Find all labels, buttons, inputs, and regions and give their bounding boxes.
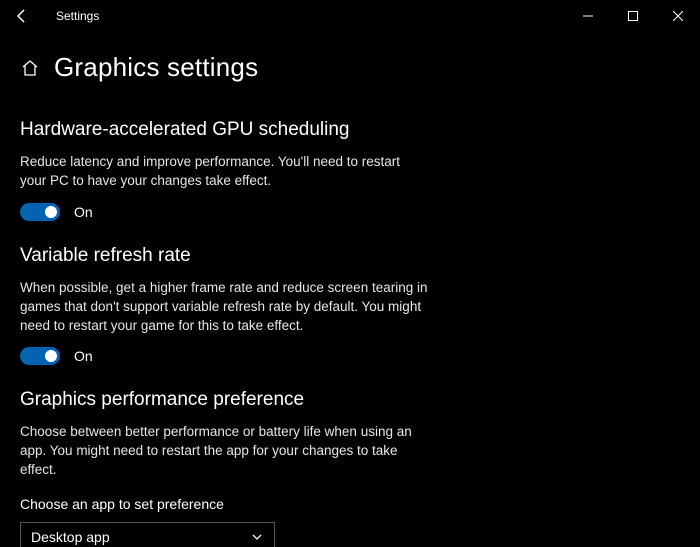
close-button[interactable] (655, 0, 700, 32)
section-gpu-scheduling: Hardware-accelerated GPU scheduling Redu… (20, 119, 430, 221)
section-description: Choose between better performance or bat… (20, 423, 430, 480)
toggle-knob (45, 206, 57, 218)
toggle-row: On (20, 203, 430, 221)
page-title: Graphics settings (54, 52, 258, 83)
section-performance-preference: Graphics performance preference Choose b… (20, 389, 430, 547)
home-icon (21, 59, 39, 77)
app-type-select[interactable]: Desktop app (20, 522, 275, 547)
maximize-button[interactable] (610, 0, 655, 32)
maximize-icon (628, 11, 638, 21)
section-title: Variable refresh rate (20, 245, 430, 267)
toggle-label: On (74, 348, 93, 364)
toggle-label: On (74, 204, 93, 220)
minimize-button[interactable] (565, 0, 610, 32)
section-description: When possible, get a higher frame rate a… (20, 279, 430, 336)
home-button[interactable] (20, 58, 40, 78)
select-value: Desktop app (31, 529, 110, 545)
content: Hardware-accelerated GPU scheduling Redu… (0, 83, 450, 547)
toggle-knob (45, 350, 57, 362)
back-button[interactable] (10, 4, 34, 28)
close-icon (673, 11, 683, 21)
toggle-row: On (20, 347, 430, 365)
section-title: Hardware-accelerated GPU scheduling (20, 119, 430, 141)
gpu-scheduling-toggle[interactable] (20, 203, 60, 221)
window-title: Settings (56, 9, 99, 23)
page-header: Graphics settings (0, 32, 700, 83)
section-description: Reduce latency and improve performance. … (20, 153, 430, 191)
variable-refresh-toggle[interactable] (20, 347, 60, 365)
window-controls (565, 0, 700, 32)
app-select-label: Choose an app to set preference (20, 496, 430, 512)
arrow-left-icon (14, 8, 30, 24)
minimize-icon (583, 11, 593, 21)
titlebar: Settings (0, 0, 700, 32)
section-title: Graphics performance preference (20, 389, 430, 411)
chevron-down-icon (250, 530, 264, 544)
section-variable-refresh: Variable refresh rate When possible, get… (20, 245, 430, 366)
